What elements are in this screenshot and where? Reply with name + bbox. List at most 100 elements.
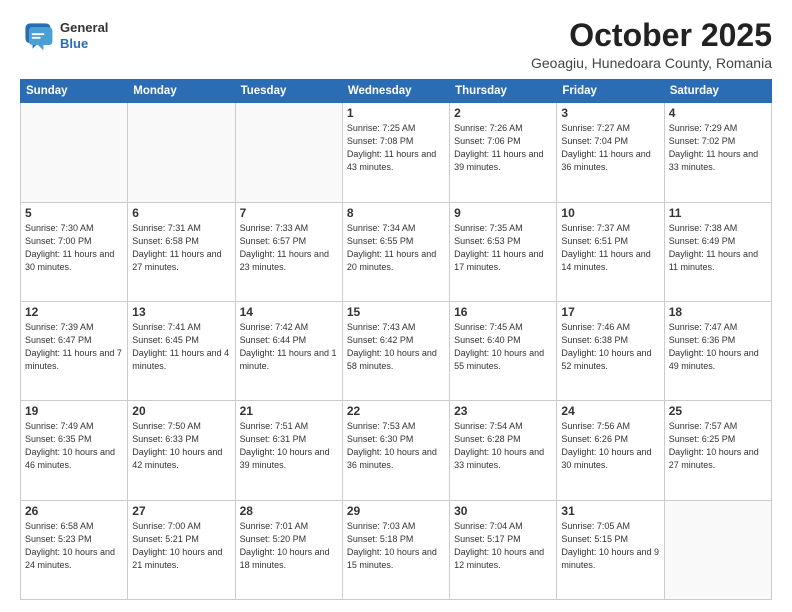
logo: General Blue <box>20 18 108 54</box>
calendar-cell: 26Sunrise: 6:58 AM Sunset: 5:23 PM Dayli… <box>21 500 128 599</box>
day-number: 1 <box>347 106 445 120</box>
logo-blue-text: Blue <box>60 36 108 52</box>
day-number: 6 <box>132 206 230 220</box>
col-tuesday: Tuesday <box>235 80 342 103</box>
day-info: Sunrise: 6:58 AM Sunset: 5:23 PM Dayligh… <box>25 520 123 572</box>
day-number: 5 <box>25 206 123 220</box>
day-info: Sunrise: 7:57 AM Sunset: 6:25 PM Dayligh… <box>669 420 767 472</box>
day-number: 4 <box>669 106 767 120</box>
day-number: 18 <box>669 305 767 319</box>
calendar-cell: 4 Sunrise: 7:29 AM Sunset: 7:02 PM Daylig… <box>664 103 771 202</box>
calendar-week-row: 1 Sunrise: 7:25 AM Sunset: 7:08 PM Daylig… <box>21 103 772 202</box>
day-info: Sunrise: 7:35 AM Sunset: 6:53 PM Dayligh… <box>454 222 552 274</box>
day-number: 15 <box>347 305 445 319</box>
calendar-cell: 12Sunrise: 7:39 AM Sunset: 6:47 PM Dayli… <box>21 301 128 400</box>
calendar-cell: 30Sunrise: 7:04 AM Sunset: 5:17 PM Dayli… <box>450 500 557 599</box>
day-number: 11 <box>669 206 767 220</box>
day-info: Sunrise: 7:26 AM Sunset: 7:06 PM Dayligh… <box>454 122 552 174</box>
day-number: 29 <box>347 504 445 518</box>
logo-icon <box>20 18 56 54</box>
calendar-cell: 5 Sunrise: 7:30 AM Sunset: 7:00 PM Daylig… <box>21 202 128 301</box>
calendar-cell <box>664 500 771 599</box>
calendar-week-row: 26Sunrise: 6:58 AM Sunset: 5:23 PM Dayli… <box>21 500 772 599</box>
logo-general-text: General <box>60 20 108 36</box>
day-info: Sunrise: 7:05 AM Sunset: 5:15 PM Dayligh… <box>561 520 659 572</box>
day-info: Sunrise: 7:29 AM Sunset: 7:02 PM Dayligh… <box>669 122 767 174</box>
calendar-cell: 28Sunrise: 7:01 AM Sunset: 5:20 PM Dayli… <box>235 500 342 599</box>
day-number: 9 <box>454 206 552 220</box>
day-info: Sunrise: 7:46 AM Sunset: 6:38 PM Dayligh… <box>561 321 659 373</box>
calendar-cell: 9 Sunrise: 7:35 AM Sunset: 6:53 PM Daylig… <box>450 202 557 301</box>
day-info: Sunrise: 7:45 AM Sunset: 6:40 PM Dayligh… <box>454 321 552 373</box>
day-number: 16 <box>454 305 552 319</box>
day-number: 7 <box>240 206 338 220</box>
calendar-cell: 29 Sunrise: 7:03 AM Sunset: 5:18 PM Dayli… <box>342 500 449 599</box>
day-info: Sunrise: 7:01 AM Sunset: 5:20 PM Dayligh… <box>240 520 338 572</box>
col-saturday: Saturday <box>664 80 771 103</box>
day-number: 8 <box>347 206 445 220</box>
calendar-cell: 25 Sunrise: 7:57 AM Sunset: 6:25 PM Dayli… <box>664 401 771 500</box>
header: General Blue October 2025 Geoagiu, Huned… <box>20 18 772 71</box>
calendar-cell: 24 Sunrise: 7:56 AM Sunset: 6:26 PM Dayli… <box>557 401 664 500</box>
calendar-cell <box>21 103 128 202</box>
day-number: 20 <box>132 404 230 418</box>
day-number: 25 <box>669 404 767 418</box>
calendar-week-row: 12Sunrise: 7:39 AM Sunset: 6:47 PM Dayli… <box>21 301 772 400</box>
calendar-cell: 7 Sunrise: 7:33 AM Sunset: 6:57 PM Daylig… <box>235 202 342 301</box>
day-number: 12 <box>25 305 123 319</box>
day-number: 3 <box>561 106 659 120</box>
day-number: 27 <box>132 504 230 518</box>
day-number: 17 <box>561 305 659 319</box>
calendar-cell: 3 Sunrise: 7:27 AM Sunset: 7:04 PM Daylig… <box>557 103 664 202</box>
day-info: Sunrise: 7:25 AM Sunset: 7:08 PM Dayligh… <box>347 122 445 174</box>
calendar-cell: 1 Sunrise: 7:25 AM Sunset: 7:08 PM Daylig… <box>342 103 449 202</box>
day-info: Sunrise: 7:00 AM Sunset: 5:21 PM Dayligh… <box>132 520 230 572</box>
day-number: 31 <box>561 504 659 518</box>
day-info: Sunrise: 7:53 AM Sunset: 6:30 PM Dayligh… <box>347 420 445 472</box>
day-number: 22 <box>347 404 445 418</box>
day-info: Sunrise: 7:56 AM Sunset: 6:26 PM Dayligh… <box>561 420 659 472</box>
day-info: Sunrise: 7:42 AM Sunset: 6:44 PM Dayligh… <box>240 321 338 373</box>
month-title: October 2025 <box>531 18 772 53</box>
day-number: 23 <box>454 404 552 418</box>
day-info: Sunrise: 7:30 AM Sunset: 7:00 PM Dayligh… <box>25 222 123 274</box>
calendar-cell: 16 Sunrise: 7:45 AM Sunset: 6:40 PM Dayli… <box>450 301 557 400</box>
day-info: Sunrise: 7:27 AM Sunset: 7:04 PM Dayligh… <box>561 122 659 174</box>
col-friday: Friday <box>557 80 664 103</box>
day-info: Sunrise: 7:04 AM Sunset: 5:17 PM Dayligh… <box>454 520 552 572</box>
calendar-cell: 15Sunrise: 7:43 AM Sunset: 6:42 PM Dayli… <box>342 301 449 400</box>
calendar-cell: 19Sunrise: 7:49 AM Sunset: 6:35 PM Dayli… <box>21 401 128 500</box>
day-number: 13 <box>132 305 230 319</box>
calendar-cell: 17 Sunrise: 7:46 AM Sunset: 6:38 PM Dayli… <box>557 301 664 400</box>
calendar-cell: 20 Sunrise: 7:50 AM Sunset: 6:33 PM Dayli… <box>128 401 235 500</box>
calendar-cell: 27 Sunrise: 7:00 AM Sunset: 5:21 PM Dayli… <box>128 500 235 599</box>
calendar-cell: 2Sunrise: 7:26 AM Sunset: 7:06 PM Daylig… <box>450 103 557 202</box>
col-wednesday: Wednesday <box>342 80 449 103</box>
col-monday: Monday <box>128 80 235 103</box>
calendar-table: Sunday Monday Tuesday Wednesday Thursday… <box>20 79 772 600</box>
calendar-week-row: 19Sunrise: 7:49 AM Sunset: 6:35 PM Dayli… <box>21 401 772 500</box>
day-info: Sunrise: 7:34 AM Sunset: 6:55 PM Dayligh… <box>347 222 445 274</box>
calendar-cell: 22 Sunrise: 7:53 AM Sunset: 6:30 PM Dayli… <box>342 401 449 500</box>
logo-text: General Blue <box>60 20 108 51</box>
calendar-cell: 23Sunrise: 7:54 AM Sunset: 6:28 PM Dayli… <box>450 401 557 500</box>
day-info: Sunrise: 7:37 AM Sunset: 6:51 PM Dayligh… <box>561 222 659 274</box>
calendar-cell: 10Sunrise: 7:37 AM Sunset: 6:51 PM Dayli… <box>557 202 664 301</box>
calendar-cell: 6 Sunrise: 7:31 AM Sunset: 6:58 PM Daylig… <box>128 202 235 301</box>
day-info: Sunrise: 7:41 AM Sunset: 6:45 PM Dayligh… <box>132 321 230 373</box>
col-thursday: Thursday <box>450 80 557 103</box>
calendar-cell: 14Sunrise: 7:42 AM Sunset: 6:44 PM Dayli… <box>235 301 342 400</box>
calendar-cell: 11 Sunrise: 7:38 AM Sunset: 6:49 PM Dayli… <box>664 202 771 301</box>
subtitle: Geoagiu, Hunedoara County, Romania <box>531 55 772 71</box>
day-info: Sunrise: 7:50 AM Sunset: 6:33 PM Dayligh… <box>132 420 230 472</box>
calendar-cell: 8 Sunrise: 7:34 AM Sunset: 6:55 PM Daylig… <box>342 202 449 301</box>
day-info: Sunrise: 7:38 AM Sunset: 6:49 PM Dayligh… <box>669 222 767 274</box>
day-info: Sunrise: 7:03 AM Sunset: 5:18 PM Dayligh… <box>347 520 445 572</box>
day-number: 24 <box>561 404 659 418</box>
day-info: Sunrise: 7:31 AM Sunset: 6:58 PM Dayligh… <box>132 222 230 274</box>
calendar-cell <box>235 103 342 202</box>
day-info: Sunrise: 7:33 AM Sunset: 6:57 PM Dayligh… <box>240 222 338 274</box>
day-number: 19 <box>25 404 123 418</box>
day-number: 21 <box>240 404 338 418</box>
day-info: Sunrise: 7:51 AM Sunset: 6:31 PM Dayligh… <box>240 420 338 472</box>
